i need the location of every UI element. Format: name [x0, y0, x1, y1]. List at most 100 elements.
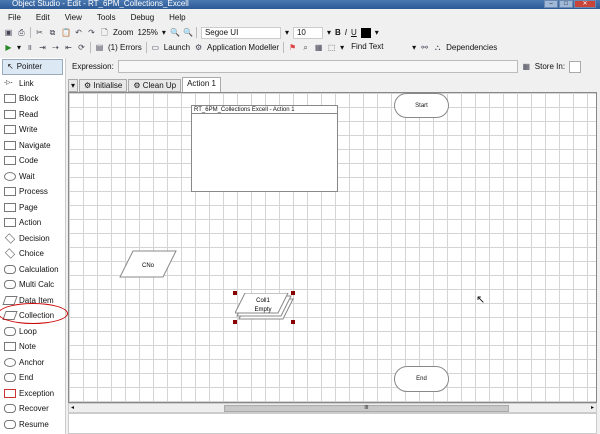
pointer-icon: ↖: [7, 62, 14, 72]
redo-icon[interactable]: ↷: [87, 28, 96, 37]
resize-handle[interactable]: [233, 320, 237, 324]
menu-edit[interactable]: Edit: [36, 13, 50, 22]
menu-tools[interactable]: Tools: [97, 13, 116, 22]
font-dropdown[interactable]: Segoe UI: [200, 26, 281, 39]
undo-icon[interactable]: ↶: [74, 28, 83, 37]
step-over-icon[interactable]: ⇢: [51, 43, 60, 52]
calculator-icon[interactable]: ▦: [522, 62, 531, 71]
resize-handle[interactable]: [233, 291, 237, 295]
tool-navigate[interactable]: Navigate: [0, 138, 65, 154]
toolbar-main: ▣ ⎙ ✂ ⧉ 📋 ↶ ↷ 🗋 Zoom 125% ▾ 🔍 🔍 Segoe UI ▾…: [4, 26, 379, 39]
zoom-in-icon[interactable]: 🔍: [170, 28, 180, 37]
menu-debug[interactable]: Debug: [131, 13, 155, 22]
tool-read[interactable]: Read: [0, 107, 65, 123]
resize-handle[interactable]: [291, 320, 295, 324]
tool-multi-calc[interactable]: Multi Calc: [0, 277, 65, 293]
page-icon[interactable]: 🗋: [100, 28, 109, 37]
binoculars-icon[interactable]: ⚯: [420, 43, 429, 52]
menu-bar: File Edit View Tools Debug Help: [0, 10, 186, 24]
paste-icon[interactable]: 📋: [61, 28, 71, 37]
tab-clean-up[interactable]: ⚙ Clean Up: [128, 79, 182, 92]
tool-calculation[interactable]: Calculation: [0, 262, 65, 278]
tool-resume[interactable]: Resume: [0, 417, 65, 433]
tool-exception[interactable]: Exception: [0, 386, 65, 402]
pause-icon[interactable]: ॥: [25, 43, 34, 52]
start-stage[interactable]: Start: [394, 93, 449, 118]
recover-icon: [4, 404, 16, 414]
expression-label: Expression:: [72, 62, 114, 71]
anchor-icon: [4, 357, 16, 367]
tool-loop[interactable]: Loop: [0, 324, 65, 340]
font-size-dropdown[interactable]: 10: [292, 26, 323, 39]
cut-icon[interactable]: ✂: [35, 28, 44, 37]
tool-anchor[interactable]: Anchor: [0, 355, 65, 371]
step-out-icon[interactable]: ⇤: [64, 43, 73, 52]
tool-choice[interactable]: Choice: [0, 246, 65, 262]
grid-icon[interactable]: ▦: [314, 43, 323, 52]
resize-handle[interactable]: [291, 291, 295, 295]
select-icon[interactable]: ⬚: [327, 43, 336, 52]
bold-button[interactable]: B: [335, 28, 341, 37]
app-modeller-button[interactable]: Application Modeller: [207, 43, 279, 52]
process-canvas[interactable]: Start RT_6PM_Collections Excell - Action…: [68, 92, 597, 403]
play-icon[interactable]: ▶: [4, 43, 13, 52]
tool-wait[interactable]: Wait: [0, 169, 65, 185]
horizontal-scrollbar[interactable]: ◂ III ▸: [68, 403, 597, 413]
menu-help[interactable]: Help: [169, 13, 185, 22]
tool-end[interactable]: End: [0, 370, 65, 386]
scroll-left-icon[interactable]: ◂: [71, 404, 74, 411]
search-icon[interactable]: ⌕: [301, 43, 310, 52]
menu-file[interactable]: File: [8, 13, 21, 22]
tool-action[interactable]: Action: [0, 215, 65, 231]
refresh-icon[interactable]: ⟳: [77, 43, 86, 52]
multi-calc-icon: [4, 280, 16, 290]
maximize-button[interactable]: □: [559, 0, 573, 8]
tool-link[interactable]: -▷- Link: [0, 76, 65, 92]
scroll-right-icon[interactable]: ▸: [591, 404, 594, 411]
menu-view[interactable]: View: [65, 13, 82, 22]
tool-block[interactable]: Block: [0, 91, 65, 107]
end-stage[interactable]: End: [394, 366, 449, 392]
find-text-dropdown[interactable]: Find Text: [348, 42, 408, 54]
svg-text:Coll1: Coll1: [256, 298, 270, 304]
tab-action-1[interactable]: Action 1: [182, 77, 221, 92]
tool-code[interactable]: Code: [0, 153, 65, 169]
tool-page[interactable]: Page: [0, 200, 65, 216]
tool-write[interactable]: Write: [0, 122, 65, 138]
print-icon[interactable]: ⎙: [17, 28, 26, 37]
errors-button[interactable]: (1) Errors: [108, 43, 142, 52]
italic-button[interactable]: I: [345, 28, 347, 37]
minimize-button[interactable]: –: [544, 0, 558, 8]
store-in-input[interactable]: [569, 60, 582, 73]
tab-initialise[interactable]: ⚙ Initialise: [79, 79, 128, 92]
close-button[interactable]: ✕: [574, 0, 596, 8]
app-modeller-icon[interactable]: ⚙: [194, 43, 203, 52]
zoom-dropdown[interactable]: 125%: [137, 28, 157, 37]
tool-recover[interactable]: Recover: [0, 401, 65, 417]
expression-input[interactable]: [117, 60, 518, 73]
step-icon[interactable]: ⇥: [38, 43, 47, 52]
copy-icon[interactable]: ⧉: [48, 28, 57, 37]
svg-text:CNo: CNo: [142, 263, 155, 269]
launch-button[interactable]: Launch: [164, 43, 190, 52]
tool-decision[interactable]: Decision: [0, 231, 65, 247]
tool-process[interactable]: Process: [0, 184, 65, 200]
code-icon: [4, 156, 16, 166]
tool-note[interactable]: Note: [0, 339, 65, 355]
wait-icon: [4, 171, 16, 181]
scroll-thumb[interactable]: III: [224, 405, 509, 412]
color-picker[interactable]: [360, 27, 371, 38]
errors-icon[interactable]: ▤: [95, 43, 104, 52]
zoom-out-icon[interactable]: 🔍: [183, 28, 193, 37]
save-icon[interactable]: ▣: [4, 28, 13, 37]
tool-pointer[interactable]: ↖ Pointer: [2, 59, 63, 75]
flag-icon[interactable]: ⚑: [288, 43, 297, 52]
launch-icon[interactable]: ▭: [151, 43, 160, 52]
collection-stage[interactable]: Coll1 Empty: [235, 293, 295, 324]
data-item-stage[interactable]: CNo: [119, 250, 177, 278]
underline-button[interactable]: U: [351, 28, 357, 37]
note-stage[interactable]: RT_6PM_Collections Excell - Action 1: [191, 105, 338, 192]
tabs-dropdown[interactable]: ▾: [68, 79, 79, 92]
dependencies-icon[interactable]: ⛬: [433, 43, 442, 52]
dependencies-button[interactable]: Dependencies: [446, 43, 497, 52]
